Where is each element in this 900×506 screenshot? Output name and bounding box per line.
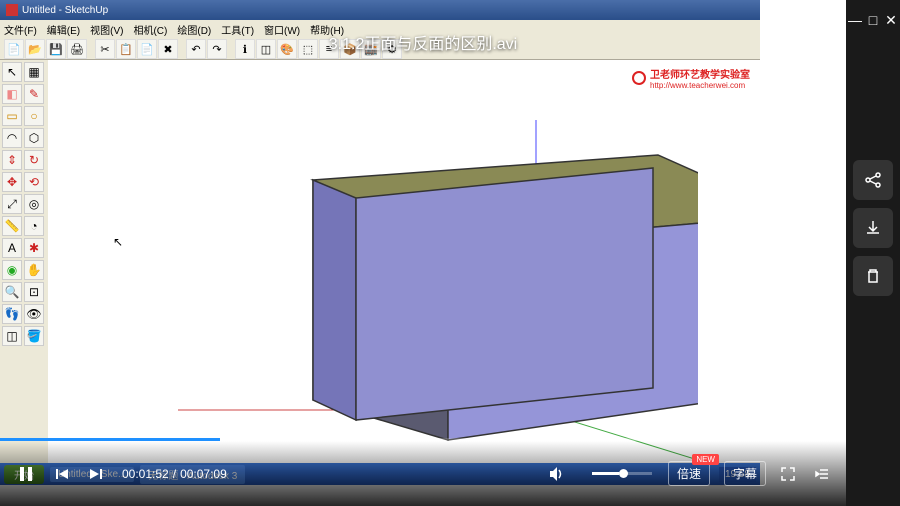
share-button[interactable] — [853, 160, 893, 200]
new-badge: NEW — [692, 454, 719, 465]
tape-icon[interactable]: 📏 — [2, 216, 22, 236]
volume-fill — [592, 472, 619, 475]
polygon-icon[interactable]: ⬡ — [24, 128, 44, 148]
playlist-button[interactable] — [814, 466, 830, 482]
video-viewport: Untitled - SketchUp 文件(F) 编辑(E) 视图(V) 相机… — [0, 0, 846, 506]
orbit-icon[interactable]: ◉ — [2, 260, 22, 280]
fullscreen-button[interactable] — [780, 466, 796, 482]
arc-icon[interactable]: ◠ — [2, 128, 22, 148]
scale-icon[interactable]: ⤢ — [2, 194, 22, 214]
minimize-button[interactable]: — — [846, 0, 864, 40]
pencil-icon[interactable]: ✎ — [24, 84, 44, 104]
menu-edit[interactable]: 编辑(E) — [47, 22, 80, 36]
delete-button[interactable] — [853, 256, 893, 296]
cut-icon[interactable]: ✂ — [95, 39, 115, 59]
maximize-button[interactable]: □ — [864, 0, 882, 40]
window-titlebar: Untitled - SketchUp — [0, 0, 760, 20]
speed-button[interactable]: 倍速 NEW — [668, 461, 710, 486]
delete-icon[interactable]: ✖ — [158, 39, 178, 59]
close-button[interactable]: ✕ — [882, 0, 900, 40]
followme-icon[interactable]: ↻ — [24, 150, 44, 170]
canvas-3d[interactable]: 卫老师环艺教学实验室 http://www.teacherwei.com ↖ — [48, 60, 760, 485]
window-controls: — □ ✕ — [846, 0, 900, 40]
volume-thumb[interactable] — [619, 469, 628, 478]
material-icon[interactable]: 🎨 — [277, 39, 297, 59]
model-info-icon[interactable]: ℹ — [235, 39, 255, 59]
paint-icon[interactable]: 🪣 — [24, 326, 44, 346]
menu-window[interactable]: 窗口(W) — [264, 22, 300, 36]
next-button[interactable] — [88, 466, 104, 482]
side-actions — [853, 160, 893, 296]
left-toolbar: ↖ ▦ ◧ ✎ ▭ ○ ◠ ⬡ ⇕ ↻ ✥ ⟲ ⤢ ◎ 📏 ◔ A ✱ ◉ ✋ — [0, 60, 48, 485]
window-title: Untitled - SketchUp — [22, 5, 108, 16]
paste-icon[interactable]: 📄 — [137, 39, 157, 59]
eraser-icon[interactable]: ◧ — [2, 84, 22, 104]
menu-draw[interactable]: 绘图(D) — [177, 22, 211, 36]
print-icon[interactable]: 🖨 — [67, 39, 87, 59]
box-3d-model — [178, 120, 698, 460]
watermark-text: 卫老师环艺教学实验室 — [650, 66, 750, 81]
total-time: 00:07:09 — [180, 467, 227, 481]
pause-button[interactable] — [16, 464, 36, 484]
undo-icon[interactable]: ↶ — [186, 39, 206, 59]
time-display: 00:01:52 / 00:07:09 — [122, 467, 227, 481]
sketchup-window: Untitled - SketchUp 文件(F) 编辑(E) 视图(V) 相机… — [0, 0, 760, 485]
select-icon[interactable]: ↖ — [2, 62, 22, 82]
prev-button[interactable] — [54, 466, 70, 482]
section-icon[interactable]: ◫ — [2, 326, 22, 346]
move-icon[interactable]: ✥ — [2, 172, 22, 192]
menu-camera[interactable]: 相机(C) — [133, 22, 167, 36]
watermark-url: http://www.teacherwei.com — [650, 81, 750, 90]
component-icon[interactable]: ◫ — [256, 39, 276, 59]
watermark-logo-icon — [632, 71, 646, 85]
time-separator: / — [173, 467, 176, 481]
mouse-cursor-icon: ↖ — [113, 235, 123, 249]
menu-tools[interactable]: 工具(T) — [221, 22, 254, 36]
new-icon[interactable]: 📄 — [4, 39, 24, 59]
zoom-icon[interactable]: 🔍 — [2, 282, 22, 302]
subtitle-button[interactable]: 字幕 — [724, 461, 766, 486]
menu-file[interactable]: 文件(F) — [4, 22, 37, 36]
redo-icon[interactable]: ↷ — [207, 39, 227, 59]
menu-view[interactable]: 视图(V) — [90, 22, 123, 36]
protractor-icon[interactable]: ◔ — [24, 216, 44, 236]
watermark: 卫老师环艺教学实验室 http://www.teacherwei.com — [632, 66, 750, 90]
walk-icon[interactable]: 👣 — [2, 304, 22, 324]
volume-slider[interactable] — [592, 472, 652, 475]
save-icon[interactable]: 💾 — [46, 39, 66, 59]
copy-icon[interactable]: 📋 — [116, 39, 136, 59]
video-title-overlay: 3.1.2正面与反面的区别.avi — [329, 30, 518, 54]
pan-icon[interactable]: ✋ — [24, 260, 44, 280]
axes-icon[interactable]: ✱ — [24, 238, 44, 258]
app-icon — [6, 4, 18, 16]
pushpull-icon[interactable]: ⇕ — [2, 150, 22, 170]
download-button[interactable] — [853, 208, 893, 248]
volume-button[interactable] — [548, 465, 566, 483]
styles-icon[interactable]: ⬚ — [298, 39, 318, 59]
component-tool-icon[interactable]: ▦ — [24, 62, 44, 82]
right-panel: — □ ✕ — [846, 0, 900, 506]
text-icon[interactable]: A — [2, 238, 22, 258]
lookaround-icon[interactable]: 👁 — [24, 304, 44, 324]
current-time: 00:01:52 — [122, 467, 169, 481]
rotate-icon[interactable]: ⟲ — [24, 172, 44, 192]
rectangle-icon[interactable]: ▭ — [2, 106, 22, 126]
work-area: ↖ ▦ ◧ ✎ ▭ ○ ◠ ⬡ ⇕ ↻ ✥ ⟲ ⤢ ◎ 📏 ◔ A ✱ ◉ ✋ — [0, 60, 760, 485]
zoom-extents-icon[interactable]: ⊡ — [24, 282, 44, 302]
open-icon[interactable]: 📂 — [25, 39, 45, 59]
circle-icon[interactable]: ○ — [24, 106, 44, 126]
player-controls: 00:01:52 / 00:07:09 倍速 NEW 字幕 — [0, 441, 846, 506]
offset-icon[interactable]: ◎ — [24, 194, 44, 214]
